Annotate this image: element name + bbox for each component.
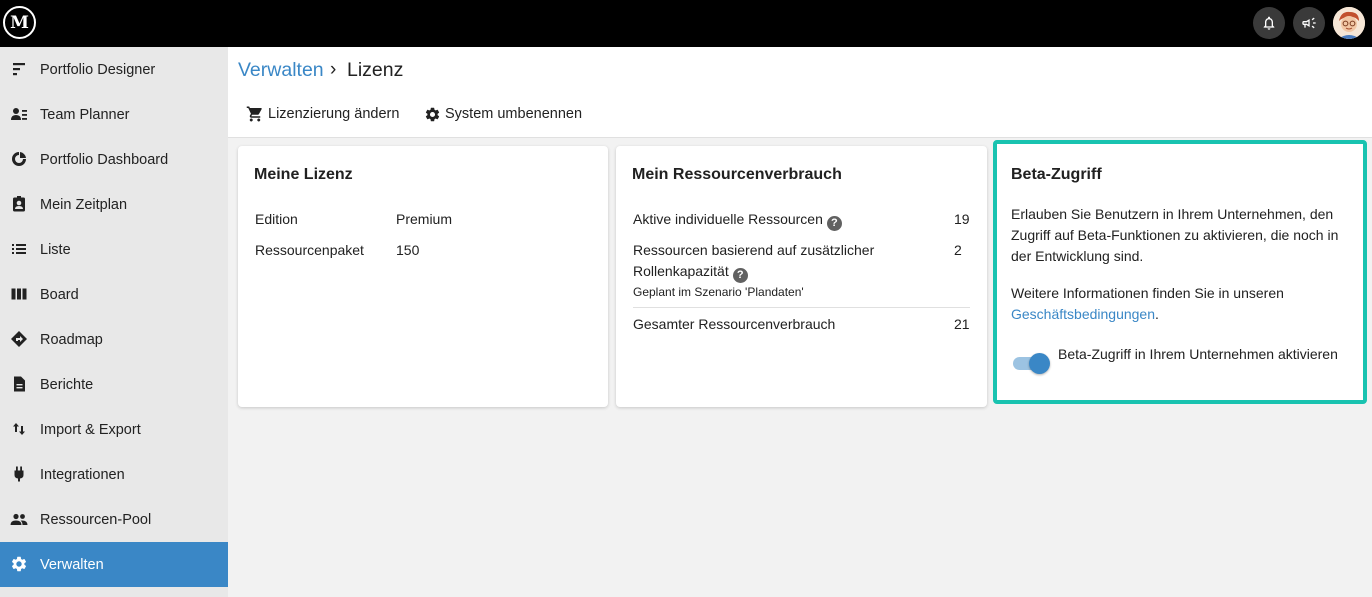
sidebar-item-portfolio-designer[interactable]: Portfolio Designer <box>0 47 228 92</box>
roadmap-icon <box>10 330 28 348</box>
sidebar-item-label: Portfolio Dashboard <box>40 151 169 168</box>
role-capacity-value: 2 <box>954 242 962 258</box>
role-capacity-label-line1: Ressourcen basierend auf zusätzlicher <box>633 242 875 258</box>
team-planner-icon <box>10 105 28 123</box>
rename-system-button[interactable]: System umbenennen <box>424 103 582 125</box>
sidebar-item-label: Roadmap <box>40 331 103 348</box>
resource-package-value: 150 <box>396 242 420 258</box>
total-usage-label: Gesamter Ressourcenverbrauch <box>633 316 836 332</box>
dashboard-icon <box>10 150 28 168</box>
app-logo[interactable]: M <box>3 6 36 39</box>
sidebar-item-label: Ressourcen-Pool <box>40 511 152 528</box>
user-avatar[interactable] <box>1333 7 1365 39</box>
cart-icon <box>246 106 262 122</box>
beta-info-suffix: . <box>1155 306 1159 322</box>
license-card-title: Meine Lizenz <box>254 166 353 183</box>
sidebar-item-mein-zeitplan[interactable]: Mein Zeitplan <box>0 182 228 227</box>
page-header: Verwalten › Lizenz Lizenzierung ändern S… <box>228 47 1372 138</box>
people-icon <box>10 510 28 528</box>
schedule-icon <box>10 195 28 213</box>
sidebar-item-team-planner[interactable]: Team Planner <box>0 92 228 137</box>
sidebar-item-roadmap[interactable]: Roadmap <box>0 317 228 362</box>
beta-access-card: Beta-Zugriff Erlauben Sie Benutzern in I… <box>993 140 1367 404</box>
announcements-button[interactable] <box>1293 7 1325 39</box>
beta-access-toggle-label: Beta-Zugriff in Ihrem Unternehmen aktivi… <box>1058 346 1338 362</box>
sidebar-item-label: Import & Export <box>40 421 141 438</box>
change-license-label: Lizenzierung ändern <box>268 106 400 122</box>
edition-value: Premium <box>396 211 453 227</box>
sidebar-item-label: Portfolio Designer <box>40 61 156 78</box>
sidebar-item-label: Mein Zeitplan <box>40 196 128 213</box>
top-bar: M <box>0 0 1372 47</box>
resource-usage-card-title: Mein Ressourcenverbrauch <box>632 166 842 183</box>
gear-icon <box>10 555 28 573</box>
megaphone-icon <box>1302 17 1316 29</box>
sidebar-item-label: Team Planner <box>40 106 130 123</box>
bell-icon <box>1263 16 1275 30</box>
portfolio-designer-icon <box>10 60 28 78</box>
role-capacity-label-line2: Rollenkapazität? <box>633 263 748 283</box>
rename-system-label: System umbenennen <box>445 106 583 122</box>
notifications-button[interactable] <box>1253 7 1285 39</box>
plug-icon <box>10 465 28 483</box>
sidebar-item-verwalten[interactable]: Verwalten <box>0 542 228 587</box>
beta-description: Erlauben Sie Benutzern in Ihrem Unterneh… <box>1011 206 1339 264</box>
scenario-note: Geplant im Szenario 'Plandaten' <box>633 285 804 299</box>
help-icon[interactable]: ? <box>826 215 842 231</box>
list-icon <box>10 240 28 258</box>
beta-access-toggle[interactable] <box>1011 352 1051 374</box>
sidebar-item-liste[interactable]: Liste <box>0 227 228 272</box>
beta-info-text: Weitere Informationen finden Sie in unse… <box>1011 283 1356 325</box>
help-icon[interactable]: ? <box>732 267 748 283</box>
board-icon <box>10 285 28 303</box>
resource-usage-card: Mein Ressourcenverbrauch Aktive individu… <box>616 146 987 407</box>
sidebar: Portfolio Designer Team Planner Portfoli… <box>0 47 228 597</box>
change-license-button[interactable]: Lizenzierung ändern <box>246 103 399 125</box>
sidebar-item-label: Board <box>40 286 79 303</box>
sidebar-item-ressourcen-pool[interactable]: Ressourcen-Pool <box>0 497 228 542</box>
report-icon <box>10 375 28 393</box>
active-resources-value: 19 <box>954 211 970 227</box>
sidebar-item-label: Integrationen <box>40 466 125 483</box>
resource-package-label: Ressourcenpaket <box>255 242 364 258</box>
sidebar-item-label: Verwalten <box>40 556 104 573</box>
active-resources-text: Aktive individuelle Ressourcen <box>633 211 823 227</box>
beta-access-card-title: Beta-Zugriff <box>1011 166 1102 183</box>
role-capacity-text: Rollenkapazität <box>633 263 729 279</box>
sidebar-item-import-export[interactable]: Import & Export <box>0 407 228 452</box>
license-card: Meine Lizenz Edition Premium Ressourcenp… <box>238 146 608 407</box>
sidebar-item-label: Liste <box>40 241 71 258</box>
sidebar-item-berichte[interactable]: Berichte <box>0 362 228 407</box>
sidebar-item-portfolio-dashboard[interactable]: Portfolio Dashboard <box>0 137 228 182</box>
breadcrumb-parent-link[interactable]: Verwalten <box>238 59 324 82</box>
edition-label: Edition <box>255 211 298 227</box>
page-title: Lizenz <box>347 59 404 81</box>
toggle-knob <box>1029 353 1050 374</box>
beta-info-prefix: Weitere Informationen finden Sie in unse… <box>1011 285 1284 301</box>
sidebar-item-integrationen[interactable]: Integrationen <box>0 452 228 497</box>
sidebar-item-board[interactable]: Board <box>0 272 228 317</box>
import-export-icon <box>10 420 28 438</box>
active-resources-label: Aktive individuelle Ressourcen? <box>633 211 842 231</box>
total-usage-value: 21 <box>954 316 970 332</box>
breadcrumb-separator: › <box>330 59 337 80</box>
gear-icon <box>425 107 440 121</box>
terms-link[interactable]: Geschäftsbedingungen <box>1011 306 1155 322</box>
sidebar-item-label: Berichte <box>40 376 94 393</box>
divider <box>633 307 970 308</box>
avatar-icon <box>1333 7 1365 39</box>
